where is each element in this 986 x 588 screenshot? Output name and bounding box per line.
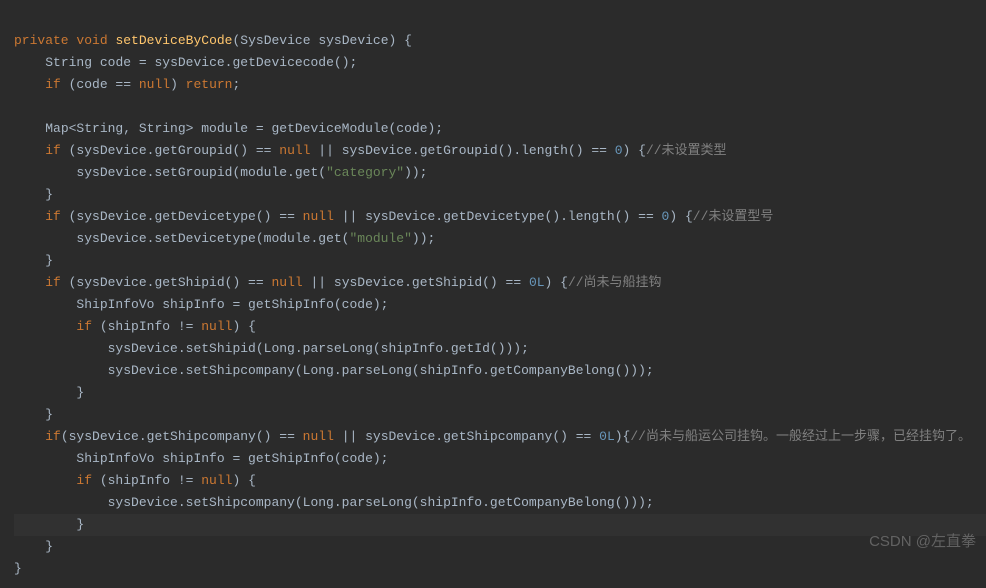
stmt2: )); (412, 231, 435, 246)
semicolon: ; (232, 77, 240, 92)
brace: } (45, 407, 53, 422)
keyword-if: if (45, 77, 61, 92)
code-line: } (14, 385, 84, 400)
code-line: } (14, 407, 53, 422)
code-line: sysDevice.setShipcompany(Long.parseLong(… (14, 363, 654, 378)
type: String (45, 55, 92, 70)
keyword-return: return (186, 77, 233, 92)
comment: //未设置类型 (646, 143, 727, 158)
keyword-if: if (45, 429, 61, 444)
brace: { (396, 33, 412, 48)
condition: (code == (61, 77, 139, 92)
number: 0L (599, 429, 615, 444)
condition3: ) { (545, 275, 568, 290)
condition2: || sysDevice.getShipid() == (303, 275, 529, 290)
code-line-highlighted: } (14, 514, 986, 536)
string: "category" (326, 165, 404, 180)
code-line: if (sysDevice.getGroupid() == null || sy… (14, 143, 727, 158)
stmt: ShipInfoVo shipInfo = getShipInfo(code); (76, 451, 388, 466)
param-type: SysDevice (240, 33, 310, 48)
condition-close: ) (170, 77, 186, 92)
code-line: if (shipInfo != null) { (14, 319, 256, 334)
code-line: if(sysDevice.getShipcompany() == null ||… (14, 429, 971, 444)
code-line: private void setDeviceByCode(SysDevice s… (14, 33, 412, 48)
number: 0L (529, 275, 545, 290)
brace: } (45, 253, 53, 268)
condition3: ) { (623, 143, 646, 158)
keyword-if: if (76, 319, 92, 334)
keyword-null: null (303, 429, 334, 444)
condition2: ) { (232, 473, 255, 488)
condition: (sysDevice.getDevicetype() == (61, 209, 303, 224)
code-line: if (shipInfo != null) { (14, 473, 256, 488)
code-line: if (code == null) return; (14, 77, 240, 92)
var-name: code (100, 55, 131, 70)
stmt: sysDevice.setShipid(Long.parseLong(shipI… (108, 341, 529, 356)
comment: //尚未与船运公司挂钩。一般经过上一步骤，已经挂钩了。 (630, 429, 971, 444)
keyword-null: null (279, 143, 310, 158)
code-line: } (14, 539, 53, 554)
code-line: sysDevice.setDevicetype(module.get("modu… (14, 231, 435, 246)
condition2: || sysDevice.getDevicetype().length() == (334, 209, 662, 224)
condition3: ) { (669, 209, 692, 224)
code-line: Map<String, String> module = getDeviceMo… (14, 121, 443, 136)
condition3: ){ (615, 429, 631, 444)
number: 0 (615, 143, 623, 158)
brace: } (45, 187, 53, 202)
code-line: sysDevice.setGroupid(module.get("categor… (14, 165, 427, 180)
code-line: } (14, 561, 22, 576)
keyword-if: if (76, 473, 92, 488)
comment: //尚未与船挂钩 (568, 275, 662, 290)
condition: (shipInfo != (92, 319, 201, 334)
comment: //未设置型号 (693, 209, 774, 224)
condition: (sysDevice.getShipid() == (61, 275, 272, 290)
assignment: = sysDevice.getDevicecode(); (131, 55, 357, 70)
code-editor[interactable]: private void setDeviceByCode(SysDevice s… (0, 0, 986, 588)
brace: } (14, 561, 22, 576)
stmt: sysDevice.setShipcompany(Long.parseLong(… (108, 363, 654, 378)
param-name: sysDevice (318, 33, 388, 48)
condition2: || sysDevice.getShipcompany() == (334, 429, 599, 444)
code-line: String code = sysDevice.getDevicecode(); (14, 55, 357, 70)
brace: } (76, 385, 84, 400)
code-line: sysDevice.setShipcompany(Long.parseLong(… (14, 495, 654, 510)
brace: } (45, 539, 53, 554)
method-name: setDeviceByCode (115, 33, 232, 48)
condition: (sysDevice.getShipcompany() == (61, 429, 303, 444)
code-line: } (14, 253, 53, 268)
code-line: if (sysDevice.getDevicetype() == null ||… (14, 209, 773, 224)
keyword-null: null (201, 473, 232, 488)
condition: (shipInfo != (92, 473, 201, 488)
keyword-null: null (201, 319, 232, 334)
condition2: || sysDevice.getGroupid().length() == (310, 143, 614, 158)
comma: , (123, 121, 131, 136)
string: "module" (349, 231, 411, 246)
keyword-if: if (45, 209, 61, 224)
code-line: sysDevice.setShipid(Long.parseLong(shipI… (14, 341, 529, 356)
keyword-void: void (76, 33, 107, 48)
keyword-if: if (45, 275, 61, 290)
map-decl: Map<String (45, 121, 123, 136)
keyword-null: null (139, 77, 170, 92)
map-decl2: String> module = getDeviceModule(code); (131, 121, 443, 136)
code-line: } (14, 187, 53, 202)
keyword-null: null (271, 275, 302, 290)
keyword-null: null (303, 209, 334, 224)
code-line: ShipInfoVo shipInfo = getShipInfo(code); (14, 451, 388, 466)
stmt: sysDevice.setShipcompany(Long.parseLong(… (108, 495, 654, 510)
stmt: ShipInfoVo shipInfo = getShipInfo(code); (76, 297, 388, 312)
stmt: sysDevice.setGroupid(module.get( (76, 165, 326, 180)
brace: } (76, 517, 84, 532)
condition: (sysDevice.getGroupid() == (61, 143, 279, 158)
stmt: sysDevice.setDevicetype(module.get( (76, 231, 349, 246)
keyword-if: if (45, 143, 61, 158)
condition2: ) { (232, 319, 255, 334)
stmt2: )); (404, 165, 427, 180)
keyword-private: private (14, 33, 69, 48)
code-line: if (sysDevice.getShipid() == null || sys… (14, 275, 662, 290)
code-line: ShipInfoVo shipInfo = getShipInfo(code); (14, 297, 388, 312)
